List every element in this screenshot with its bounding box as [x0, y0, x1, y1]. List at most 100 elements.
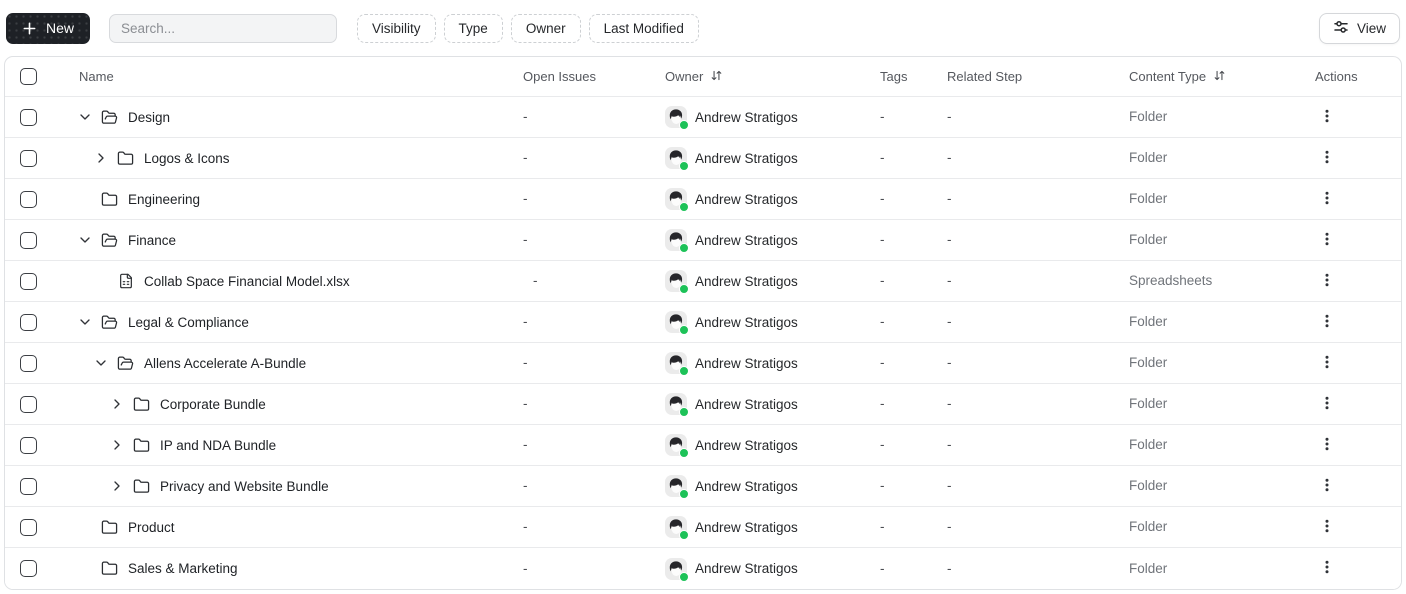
row-actions-menu-button[interactable] — [1315, 433, 1339, 457]
sort-icon[interactable] — [1213, 69, 1226, 85]
table-row[interactable]: Design - Andrew Stratigos - - Folder — [5, 97, 1401, 138]
chevron-right-icon[interactable] — [109, 396, 125, 412]
item-name[interactable]: Privacy and Website Bundle — [160, 479, 329, 494]
table-row[interactable]: Collab Space Financial Model.xlsx - Andr… — [5, 261, 1401, 302]
item-name[interactable]: Collab Space Financial Model.xlsx — [144, 274, 350, 289]
table-row[interactable]: Engineering - Andrew Stratigos - - Folde… — [5, 179, 1401, 220]
filter-chip-visibility[interactable]: Visibility — [357, 14, 436, 43]
table-row[interactable]: Logos & Icons - Andrew Stratigos - - Fol… — [5, 138, 1401, 179]
row-actions-menu-button[interactable] — [1315, 269, 1339, 293]
item-name[interactable]: IP and NDA Bundle — [160, 438, 276, 453]
new-button[interactable]: New — [6, 13, 90, 44]
column-header-content-type[interactable]: Content Type — [1129, 69, 1315, 85]
kebab-icon — [1320, 190, 1334, 209]
item-name[interactable]: Allens Accelerate A-Bundle — [144, 356, 306, 371]
search-input[interactable] — [109, 14, 337, 43]
row-actions-menu-button[interactable] — [1315, 228, 1339, 252]
table-row[interactable]: Product - Andrew Stratigos - - Folder — [5, 507, 1401, 548]
table-row[interactable]: Privacy and Website Bundle - Andrew Stra… — [5, 466, 1401, 507]
row-actions-menu-button[interactable] — [1315, 515, 1339, 539]
online-status-dot — [679, 325, 689, 335]
filter-chip-last-modified[interactable]: Last Modified — [589, 14, 699, 43]
owner-name: Andrew Stratigos — [695, 233, 798, 248]
row-checkbox[interactable] — [20, 150, 37, 167]
open-issues-value: - — [523, 478, 528, 493]
column-header-owner[interactable]: Owner — [665, 69, 880, 85]
chevron-down-icon[interactable] — [77, 314, 93, 330]
row-checkbox[interactable] — [20, 109, 37, 126]
view-button-label: View — [1357, 21, 1386, 36]
row-checkbox[interactable] — [20, 478, 37, 495]
row-actions-menu-button[interactable] — [1315, 351, 1339, 375]
chevron-down-icon[interactable] — [93, 355, 109, 371]
item-name[interactable]: Finance — [128, 233, 176, 248]
row-actions-menu-button[interactable] — [1315, 474, 1339, 498]
chevron-right-icon[interactable] — [93, 150, 109, 166]
sort-icon[interactable] — [710, 69, 723, 85]
column-header-open-issues[interactable]: Open Issues — [523, 69, 665, 84]
table-row[interactable]: Corporate Bundle - Andrew Stratigos - - … — [5, 384, 1401, 425]
filter-chip-type[interactable]: Type — [444, 14, 503, 43]
item-name[interactable]: Legal & Compliance — [128, 315, 249, 330]
row-checkbox[interactable] — [20, 355, 37, 372]
item-name[interactable]: Sales & Marketing — [128, 561, 238, 576]
item-name[interactable]: Engineering — [128, 192, 200, 207]
row-checkbox[interactable] — [20, 519, 37, 536]
chevron-icon — [93, 273, 109, 289]
row-checkbox[interactable] — [20, 437, 37, 454]
avatar — [665, 475, 687, 497]
table-row[interactable]: IP and NDA Bundle - Andrew Stratigos - -… — [5, 425, 1401, 466]
owner-name: Andrew Stratigos — [695, 520, 798, 535]
row-actions-menu-button[interactable] — [1315, 105, 1339, 129]
row-checkbox[interactable] — [20, 273, 37, 290]
online-status-dot — [679, 120, 689, 130]
online-status-dot — [679, 489, 689, 499]
content-type-value: Folder — [1129, 478, 1167, 493]
chevron-right-icon[interactable] — [109, 437, 125, 453]
table-row[interactable]: Allens Accelerate A-Bundle - Andrew Stra… — [5, 343, 1401, 384]
kebab-icon — [1320, 436, 1334, 455]
sliders-icon — [1333, 19, 1349, 38]
item-name[interactable]: Design — [128, 110, 170, 125]
open-issues-value: - — [523, 150, 528, 165]
filter-chip-owner[interactable]: Owner — [511, 14, 581, 43]
row-checkbox[interactable] — [20, 232, 37, 249]
table-row[interactable]: Sales & Marketing - Andrew Stratigos - -… — [5, 548, 1401, 589]
row-checkbox[interactable] — [20, 191, 37, 208]
row-actions-menu-button[interactable] — [1315, 392, 1339, 416]
owner-name: Andrew Stratigos — [695, 397, 798, 412]
column-header-name[interactable]: Name — [61, 69, 523, 84]
owner-name: Andrew Stratigos — [695, 315, 798, 330]
row-actions-menu-button[interactable] — [1315, 310, 1339, 334]
table-row[interactable]: Finance - Andrew Stratigos - - Folder — [5, 220, 1401, 261]
item-name[interactable]: Product — [128, 520, 175, 535]
tags-value: - — [880, 561, 885, 576]
row-checkbox[interactable] — [20, 560, 37, 577]
column-header-tags[interactable]: Tags — [880, 69, 947, 84]
row-actions-menu-button[interactable] — [1315, 187, 1339, 211]
tags-value: - — [880, 437, 885, 452]
content-type-value: Folder — [1129, 109, 1167, 124]
related-step-value: - — [947, 314, 952, 329]
content-type-value: Folder — [1129, 191, 1167, 206]
select-all-checkbox[interactable] — [20, 68, 37, 85]
tags-value: - — [880, 273, 885, 288]
tags-value: - — [880, 519, 885, 534]
avatar — [665, 311, 687, 333]
chevron-right-icon[interactable] — [109, 478, 125, 494]
related-step-value: - — [947, 396, 952, 411]
chevron-down-icon[interactable] — [77, 109, 93, 125]
view-button[interactable]: View — [1319, 13, 1400, 44]
avatar — [665, 516, 687, 538]
column-header-related-step[interactable]: Related Step — [947, 69, 1129, 84]
row-actions-menu-button[interactable] — [1315, 146, 1339, 170]
toolbar: New Visibility Type Owner Last Modified … — [0, 0, 1406, 56]
table-row[interactable]: Legal & Compliance - Andrew Stratigos - … — [5, 302, 1401, 343]
item-name[interactable]: Corporate Bundle — [160, 397, 266, 412]
row-checkbox[interactable] — [20, 314, 37, 331]
row-checkbox[interactable] — [20, 396, 37, 413]
item-name[interactable]: Logos & Icons — [144, 151, 230, 166]
tags-value: - — [880, 396, 885, 411]
chevron-down-icon[interactable] — [77, 232, 93, 248]
row-actions-menu-button[interactable] — [1315, 557, 1339, 581]
